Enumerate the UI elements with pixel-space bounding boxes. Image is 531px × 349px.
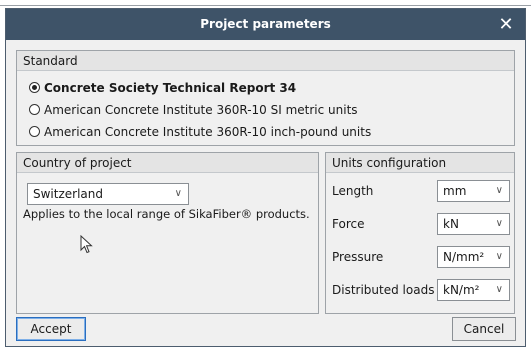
radio-selected-icon[interactable] — [29, 82, 40, 93]
units-value-length: mm — [443, 184, 467, 198]
country-heading: Country of project — [17, 153, 318, 173]
country-select[interactable]: Switzerland ∨ — [27, 183, 189, 205]
radio-standard-aci-si[interactable]: American Concrete Institute 360R-10 SI m… — [29, 100, 358, 120]
units-label-force: Force — [332, 217, 365, 231]
units-value-pressure: N/mm² — [443, 250, 485, 264]
country-group: Country of project Switzerland ∨ Applies… — [16, 152, 319, 314]
units-heading: Units configuration — [326, 153, 514, 173]
chevron-down-icon: ∨ — [495, 251, 503, 262]
standard-heading: Standard — [17, 51, 514, 71]
units-select-length[interactable]: mm ∨ — [437, 180, 510, 202]
radio-unselected-icon[interactable] — [29, 126, 40, 137]
project-parameters-dialog: Project parameters ✕ Standard Concrete S… — [5, 8, 526, 347]
radio-standard-aci-inch[interactable]: American Concrete Institute 360R-10 inch… — [29, 122, 371, 142]
chevron-down-icon: ∨ — [495, 284, 503, 295]
radio-label: American Concrete Institute 360R-10 SI m… — [44, 103, 358, 117]
radio-label: American Concrete Institute 360R-10 inch… — [44, 125, 372, 139]
units-value-distributed-loads: kN/m² — [443, 283, 480, 297]
chevron-down-icon: ∨ — [495, 218, 503, 229]
units-label-pressure: Pressure — [332, 250, 384, 264]
units-select-distributed-loads[interactable]: kN/m² ∨ — [437, 279, 510, 301]
radio-standard-cstr34[interactable]: Concrete Society Technical Report 34 — [29, 78, 296, 98]
units-group: Units configuration Length mm ∨ Force kN… — [325, 152, 515, 314]
units-label-distributed-loads: Distributed loads — [332, 283, 435, 297]
top-edge — [0, 0, 531, 6]
dialog-title: Project parameters — [200, 17, 331, 31]
radio-unselected-icon[interactable] — [29, 104, 40, 115]
title-bar: Project parameters ✕ — [6, 9, 525, 40]
country-select-value: Switzerland — [33, 187, 103, 201]
country-note: Applies to the local range of SikaFiber®… — [23, 207, 310, 221]
standard-group: Standard Concrete Society Technical Repo… — [16, 50, 515, 146]
accept-button[interactable]: Accept — [16, 317, 86, 341]
cancel-button[interactable]: Cancel — [452, 317, 516, 341]
mouse-pointer-icon — [80, 235, 93, 254]
chevron-down-icon: ∨ — [174, 188, 182, 199]
units-select-pressure[interactable]: N/mm² ∨ — [437, 246, 510, 268]
units-value-force: kN — [443, 217, 459, 231]
radio-label: Concrete Society Technical Report 34 — [44, 81, 297, 95]
units-select-force[interactable]: kN ∨ — [437, 213, 510, 235]
units-label-length: Length — [332, 184, 374, 198]
close-icon[interactable]: ✕ — [497, 9, 515, 40]
chevron-down-icon: ∨ — [495, 185, 503, 196]
